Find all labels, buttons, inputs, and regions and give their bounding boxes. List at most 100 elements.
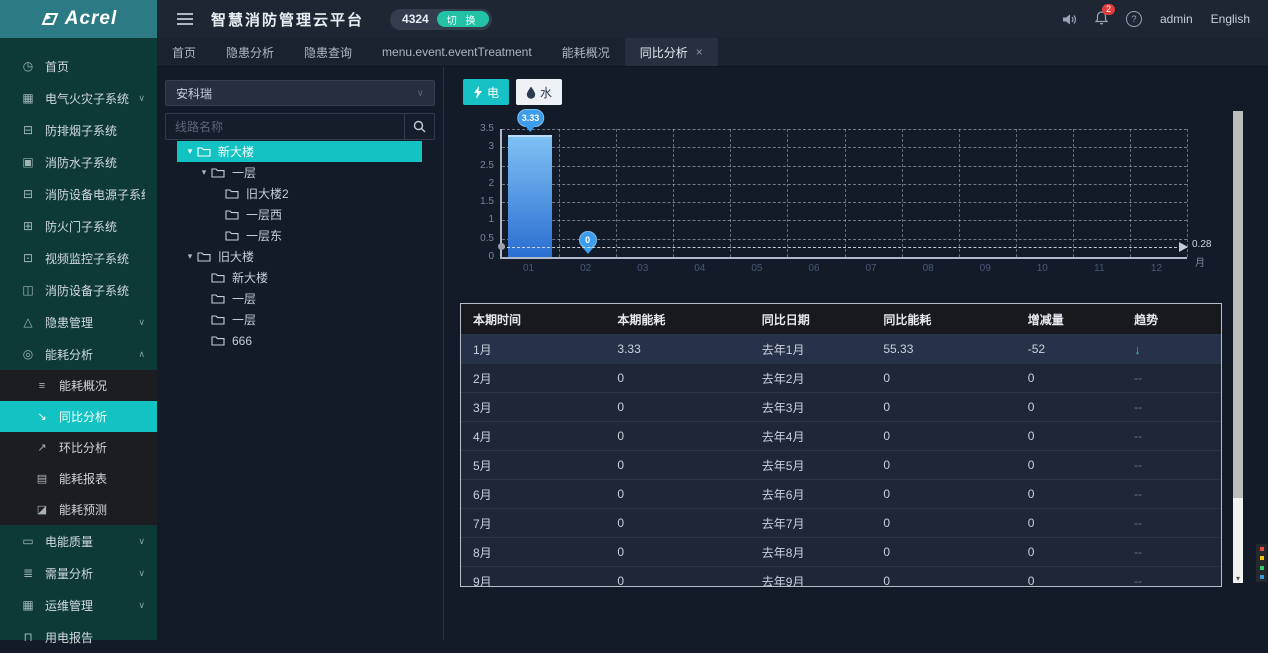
sidebar-item[interactable]: ≣需量分析∨ (0, 557, 157, 589)
table-cell: 8月 (461, 538, 605, 567)
average-value-label: 0.28 (1192, 239, 1211, 250)
table-row[interactable]: 9月0去年9月00-- (461, 567, 1221, 588)
menu-fold-icon[interactable] (177, 13, 193, 25)
caret-down-icon[interactable]: ▾ (197, 167, 211, 178)
sidebar-subitem-label: 能耗概况 (59, 377, 107, 394)
tree-node[interactable]: 一层西 (177, 204, 422, 225)
comparison-table: 本期时间本期能耗同比日期同比能耗增减量趋势 1月3.33去年1月55.33-52… (460, 303, 1222, 587)
tree-node[interactable]: 旧大楼2 (177, 183, 422, 204)
sidebar-item-label: 消防设备子系统 (45, 282, 145, 299)
help-icon[interactable]: ? (1126, 11, 1142, 27)
sidebar-item[interactable]: ◷首页 (0, 50, 157, 82)
x-tick-label: 11 (1094, 263, 1104, 274)
sidebar-subitem[interactable]: ≡ 能耗概况 (0, 370, 157, 401)
tab-4[interactable]: menu.event.eventTreatment (367, 38, 547, 66)
sidebar-menu: ◷首页▦电气火灾子系统∨⊟防排烟子系统▣消防水子系统⊟消防设备电源子系统⊞防火门… (0, 38, 157, 653)
sidebar-item-label: 防排烟子系统 (45, 122, 145, 139)
speaker-icon[interactable] (1062, 13, 1077, 26)
sidebar-item[interactable]: ⊟防排烟子系统 (0, 114, 157, 146)
sidebar-item[interactable]: ▦运维管理∨ (0, 589, 157, 621)
caret-down-icon[interactable]: ▾ (183, 251, 197, 262)
table-row[interactable]: 3月0去年3月00-- (461, 393, 1221, 422)
gridline (673, 129, 674, 257)
tree-node[interactable]: ▾新大楼 (177, 141, 422, 162)
table-row[interactable]: 8月0去年8月00-- (461, 538, 1221, 567)
sidebar-item[interactable]: ▭电能质量∨ (0, 525, 157, 557)
average-line (502, 247, 1187, 248)
pixel-artifact (1256, 544, 1267, 582)
trend-down-icon: ↘ (34, 410, 50, 423)
average-arrow (1179, 242, 1193, 252)
caret-down-icon[interactable]: ▾ (183, 146, 197, 157)
tab-1[interactable]: 首页 (157, 38, 211, 66)
table-row[interactable]: 6月0去年6月00-- (461, 480, 1221, 509)
electric-toggle-button[interactable]: 电 (463, 79, 509, 105)
tree-node[interactable]: 新大楼 (177, 267, 422, 288)
sidebar-subitem[interactable]: ↘同比分析 (0, 401, 157, 432)
gridline (730, 129, 731, 257)
folder-icon (211, 293, 226, 305)
bar-01[interactable] (508, 135, 552, 257)
gridline (787, 129, 788, 257)
search-input[interactable] (165, 113, 404, 140)
bolt-icon (473, 86, 483, 99)
table-row[interactable]: 1月3.33去年1月55.33-52↓ (461, 335, 1221, 364)
top-bar: 智慧消防管理云平台 4324 切 换 2 ? admin English (157, 0, 1268, 38)
data-label-balloon: 0 (579, 231, 597, 249)
sidebar-item[interactable]: ▣消防水子系统 (0, 146, 157, 178)
tree-node[interactable]: 666 (177, 330, 422, 351)
water-toggle-button[interactable]: 水 (516, 79, 562, 105)
scrollbar-thumb[interactable] (1233, 111, 1243, 498)
sidebar-item[interactable]: ⊟消防设备电源子系统 (0, 178, 157, 210)
table-row[interactable]: 2月0去年2月00-- (461, 364, 1221, 393)
tab-label: 能耗概况 (562, 44, 610, 61)
sidebar-item[interactable]: ◎能耗分析∧ (0, 338, 157, 370)
tab-3[interactable]: 隐患查询 (289, 38, 367, 66)
chevron-down-icon: ∨ (138, 536, 145, 547)
notifications[interactable]: 2 (1095, 11, 1108, 28)
gridline (1016, 129, 1017, 257)
table-row[interactable]: 7月0去年7月00-- (461, 509, 1221, 538)
table-cell: 0 (1016, 509, 1122, 538)
tree-node[interactable]: 一层 (177, 309, 422, 330)
sidebar-item-label: 隐患管理 (45, 314, 134, 331)
sidebar-subitem[interactable]: ◪能耗预测 (0, 494, 157, 525)
org-select[interactable]: 安科瑞 ∨ (165, 80, 435, 106)
close-icon[interactable]: × (696, 45, 703, 59)
table-row[interactable]: 4月0去年4月00-- (461, 422, 1221, 451)
tree-node[interactable]: ▾ 旧大楼 (177, 246, 422, 267)
logo: Acrel (0, 0, 157, 38)
x-tick-label: 06 (808, 263, 819, 274)
sidebar-subitem[interactable]: ↗环比分析 (0, 432, 157, 463)
table-cell: 4月 (461, 422, 605, 451)
tab-5[interactable]: 能耗概况 (547, 38, 625, 66)
tree-node[interactable]: 一层 (177, 288, 422, 309)
chevron-down-icon: ∨ (138, 568, 145, 579)
switch-button[interactable]: 切 换 (437, 11, 489, 27)
user-menu[interactable]: admin (1160, 12, 1193, 26)
sidebar-item[interactable]: ◫消防设备子系统 (0, 274, 157, 306)
table-cell: 0 (605, 422, 749, 451)
table-row[interactable]: 5月0去年5月00-- (461, 451, 1221, 480)
table-cell: 0 (871, 393, 1015, 422)
sidebar-item[interactable]: ⊞防火门子系统 (0, 210, 157, 242)
table-cell: 去年1月 (750, 335, 872, 364)
sidebar-item[interactable]: ▦电气火灾子系统∨ (0, 82, 157, 114)
tab-2[interactable]: 隐患分析 (211, 38, 289, 66)
list-icon: ≡ (34, 380, 50, 392)
scrollbar-down-arrow[interactable]: ▾ (1233, 574, 1243, 583)
language-switch[interactable]: English (1211, 12, 1250, 26)
tree-node-label: 新大楼 (232, 269, 268, 286)
sidebar-item[interactable]: ⊓用电报告 (0, 621, 157, 653)
tree-node[interactable]: ▾一层 (177, 162, 422, 183)
sidebar-subitem[interactable]: ▤能耗报表 (0, 463, 157, 494)
sidebar-item[interactable]: ⊡视频监控子系统 (0, 242, 157, 274)
sidebar-item[interactable]: △隐患管理∨ (0, 306, 157, 338)
tab-6[interactable]: 同比分析× (625, 38, 718, 66)
search-button[interactable] (404, 113, 435, 140)
scrollbar[interactable]: ▾ (1233, 111, 1243, 583)
tree-node[interactable]: 一层东 (177, 225, 422, 246)
tree-node-label: 旧大楼 (218, 248, 254, 265)
trend-cell: ↓ (1122, 335, 1221, 364)
chevron-down-icon: ∨ (138, 93, 145, 104)
